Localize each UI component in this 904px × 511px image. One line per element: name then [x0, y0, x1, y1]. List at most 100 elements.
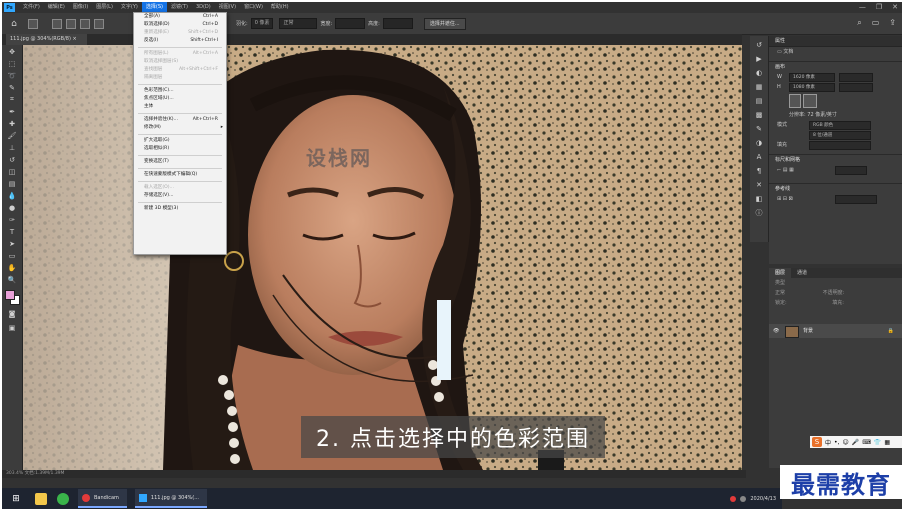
minimize-button[interactable]: — — [859, 2, 866, 13]
glyphs-icon[interactable]: ✕ — [753, 179, 765, 190]
x-input[interactable] — [839, 73, 873, 82]
tab-channels[interactable]: 通道 — [791, 268, 813, 278]
close-button[interactable]: ✕ — [892, 2, 898, 13]
select-menu-item[interactable]: 色彩范围(C)... — [134, 87, 226, 95]
select-menu-item[interactable]: 新建 3D 模型(3) — [134, 205, 226, 213]
ime-skin-icon[interactable]: 👕 — [874, 439, 881, 446]
file-explorer-icon[interactable] — [35, 492, 47, 505]
photoshop-task[interactable]: 111.jpg @ 304%(... — [134, 489, 207, 508]
select-and-mask-button[interactable]: 选择并遮住... — [423, 17, 466, 30]
menu-image[interactable]: 图像(I) — [69, 2, 92, 13]
gradients-icon[interactable]: ▤ — [753, 95, 765, 106]
intersect-selection-icon[interactable] — [94, 18, 104, 29]
menu-file[interactable]: 文件(F) — [19, 2, 44, 13]
foreground-color-swatch[interactable] — [5, 290, 15, 300]
menu-help[interactable]: 帮助(H) — [267, 2, 293, 13]
filter-kind-label[interactable]: 类型 — [775, 280, 785, 286]
ime-punct-icon[interactable]: •, — [834, 439, 839, 446]
history-brush-icon[interactable]: ↺ — [5, 154, 19, 165]
blend-mode-select[interactable]: 正常 — [775, 290, 785, 296]
landscape-icon[interactable] — [803, 94, 817, 108]
pen-tool-icon[interactable]: ✑ — [5, 214, 19, 225]
dodge-tool-icon[interactable]: ● — [5, 202, 19, 213]
menu-window[interactable]: 窗口(W) — [240, 2, 267, 13]
network-icon[interactable] — [740, 495, 747, 502]
guide-color-select[interactable] — [835, 195, 877, 204]
brushes-icon[interactable]: ✎ — [753, 123, 765, 134]
share-icon[interactable]: ⇪ — [889, 18, 896, 28]
select-menu-item[interactable]: 取消选择(D) Ctrl+D — [134, 21, 226, 29]
ime-grid-icon[interactable]: ▦ — [884, 439, 890, 446]
bit-depth-select[interactable]: 8 位/通道 — [809, 131, 871, 140]
canvas-section[interactable]: 画布 — [769, 61, 902, 72]
tab-layers[interactable]: 图层 — [769, 268, 792, 278]
width-input[interactable] — [335, 18, 366, 29]
zoom-tool-icon[interactable]: 🔍 — [5, 274, 19, 285]
eye-icon[interactable]: 👁 — [773, 324, 779, 338]
ime-keyboard-icon[interactable]: ⌨ — [862, 439, 871, 446]
swatches-icon[interactable]: ▦ — [753, 81, 765, 92]
select-menu-item[interactable]: 在快速蒙版模式下编辑(Q) — [134, 171, 226, 179]
y-input[interactable] — [839, 83, 873, 92]
add-selection-icon[interactable] — [66, 18, 76, 29]
ruler-unit-select[interactable] — [835, 166, 867, 175]
select-menu-item[interactable]: 存储选区(V)... — [134, 192, 226, 200]
crop-tool-icon[interactable]: ⌗ — [5, 94, 19, 105]
style-select[interactable]: 正常 — [279, 18, 318, 29]
shape-tool-icon[interactable]: ▭ — [5, 250, 19, 261]
ruler-icon[interactable]: ⌐ ▤ ▦ — [777, 167, 794, 173]
hand-tool-icon[interactable]: ✋ — [5, 262, 19, 273]
actions-icon[interactable]: ▶ — [753, 53, 765, 64]
document-tab[interactable]: 111.jpg @ 304%(RGB/8) × — [6, 34, 87, 45]
select-menu-item[interactable]: 焦点区域(U)... — [134, 95, 226, 103]
search-icon[interactable]: ⌕ — [857, 18, 861, 28]
blur-tool-icon[interactable]: 💧 — [5, 190, 19, 201]
maximize-button[interactable]: ❐ — [876, 2, 882, 13]
layer-row-background[interactable]: 👁 背景 🔒 — [769, 324, 902, 338]
brush-tool-icon[interactable]: 🖌 — [5, 130, 19, 141]
guides-icon[interactable]: ⊞ ⊟ ⊠ — [777, 196, 793, 202]
path-select-icon[interactable]: ➤ — [5, 238, 19, 249]
select-menu-item[interactable]: 主体 — [134, 103, 226, 111]
move-tool-icon[interactable]: ✥ — [5, 46, 19, 57]
quick-select-tool-icon[interactable]: ✎ — [5, 82, 19, 93]
select-menu-item[interactable]: 变换选区(T) — [134, 158, 226, 166]
record-icon[interactable] — [730, 495, 737, 502]
character-icon[interactable]: A — [753, 151, 765, 162]
gradient-tool-icon[interactable]: ▤ — [5, 178, 19, 189]
ime-voice-icon[interactable]: 🎤 — [852, 439, 859, 446]
screen-mode-icon[interactable]: ▣ — [5, 322, 19, 333]
feather-input[interactable]: 0 像素 — [250, 18, 274, 29]
sogou-icon[interactable]: S — [812, 437, 822, 447]
height-input[interactable] — [382, 18, 413, 29]
select-menu-item[interactable]: 全部(A) Ctrl+A — [134, 13, 226, 21]
guides-section[interactable]: 参考线 — [769, 183, 902, 194]
menu-layer[interactable]: 图层(L) — [92, 2, 117, 13]
quick-mask-icon[interactable]: ◙ — [5, 308, 19, 319]
subtract-selection-icon[interactable] — [80, 18, 90, 29]
select-menu-item[interactable]: 选取相似(R) — [134, 145, 226, 153]
bandicam-task[interactable]: Bandicam — [78, 489, 127, 508]
clock-text[interactable]: 2020/4/13 — [750, 496, 776, 502]
workspace-icon[interactable]: ▭ — [872, 18, 880, 28]
patterns-icon[interactable]: ▩ — [753, 109, 765, 120]
eyedropper-tool-icon[interactable]: ✒ — [5, 106, 19, 117]
stamp-tool-icon[interactable]: ⊥ — [5, 142, 19, 153]
adjustments-icon[interactable]: ◑ — [753, 137, 765, 148]
canvas-height-input[interactable]: 1080 像素 — [789, 83, 835, 92]
eraser-tool-icon[interactable]: ◫ — [5, 166, 19, 177]
libraries-icon[interactable]: ◧ — [753, 193, 765, 204]
history-icon[interactable]: ↺ — [753, 39, 765, 50]
portrait-icon[interactable] — [789, 94, 801, 108]
menu-edit[interactable]: 编辑(E) — [44, 2, 69, 13]
type-tool-icon[interactable]: T — [5, 226, 19, 237]
color-icon[interactable]: ◐ — [753, 67, 765, 78]
info-icon[interactable]: ⓘ — [753, 207, 765, 218]
ime-emoji-icon[interactable]: ☺ — [842, 439, 848, 446]
paragraph-icon[interactable]: ¶ — [753, 165, 765, 176]
select-menu-item[interactable]: 修改(M) — [134, 124, 226, 132]
fill-select[interactable] — [809, 141, 871, 150]
rulers-grid-section[interactable]: 标尺和网格 — [769, 154, 902, 165]
document-canvas[interactable]: 设栈网 — [23, 45, 742, 470]
select-menu-item[interactable]: 扩大选取(G) — [134, 137, 226, 145]
